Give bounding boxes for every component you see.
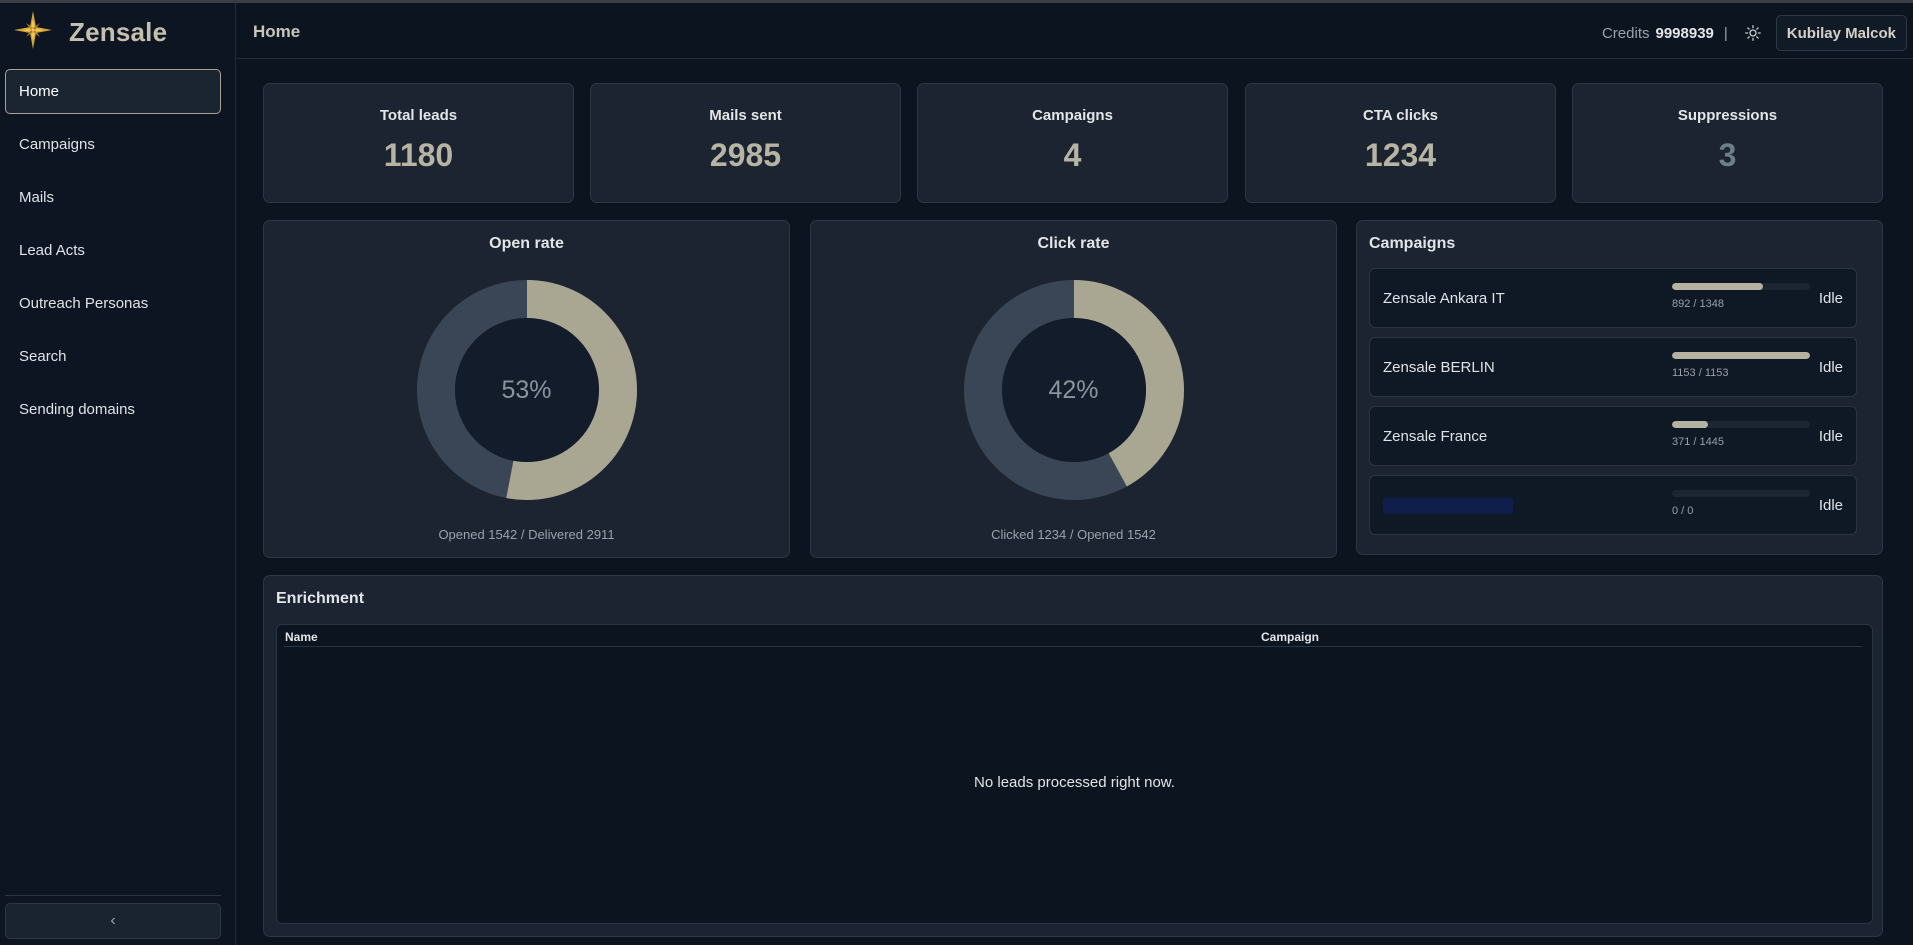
- campaign-status: Idle: [1818, 359, 1843, 376]
- click-rate-title: Click rate: [1037, 235, 1110, 252]
- campaign-row-ankara[interactable]: Zensale Ankara IT 892 / 1348 Idle: [1369, 268, 1857, 328]
- stat-card-suppressions: Suppressions 3: [1572, 83, 1883, 203]
- campaign-row-redacted[interactable]: 0 / 0 Idle: [1369, 475, 1857, 535]
- chevron-left-icon: ‹: [110, 912, 116, 929]
- enrichment-panel: Enrichment Name Campaign No leads proces…: [263, 575, 1883, 937]
- campaign-progress-fill: [1672, 283, 1764, 290]
- campaign-progress-fill: [1672, 352, 1810, 359]
- credits-value: 9998939: [1655, 24, 1714, 42]
- open-rate-title: Open rate: [489, 235, 564, 252]
- header-separator: |: [1723, 24, 1728, 42]
- sidebar-item-mails[interactable]: Mails: [5, 175, 221, 220]
- sidebar-divider: [5, 895, 221, 896]
- user-menu-button[interactable]: Kubilay Malcok: [1775, 15, 1907, 51]
- campaign-name-redacted: [1383, 498, 1513, 514]
- campaign-status: Idle: [1818, 428, 1843, 445]
- compass-star-icon: [13, 10, 53, 55]
- column-header-name[interactable]: Name: [285, 630, 318, 644]
- click-rate-card: Click rate 42% Clicked 1234 / Opened 154…: [810, 220, 1337, 558]
- open-rate-caption: Opened 1542 / Delivered 2911: [438, 527, 615, 542]
- sidebar-nav: Home Campaigns Mails Lead Acts Outreach …: [5, 69, 221, 440]
- sun-icon: [1744, 25, 1761, 41]
- campaign-count: 892 / 1348: [1672, 298, 1724, 310]
- stat-title: CTA clicks: [1362, 107, 1439, 124]
- stat-card-mails-sent: Mails sent 2985: [590, 83, 901, 203]
- campaign-progress-fill: [1672, 421, 1708, 428]
- sidebar-item-outreach-personas[interactable]: Outreach Personas: [5, 281, 221, 326]
- open-rate-card: Open rate 53% Opened 1542 / Delivered 29…: [263, 220, 790, 558]
- campaign-progress-bar: [1672, 283, 1810, 290]
- stat-value: 1180: [383, 137, 454, 173]
- campaigns-list: Zensale Ankara IT 892 / 1348 Idle Zensal…: [1369, 268, 1857, 544]
- column-header-campaign[interactable]: Campaign: [1261, 630, 1319, 644]
- stat-value: 3: [1718, 137, 1737, 173]
- campaigns-panel-title: Campaigns: [1369, 235, 1456, 252]
- campaign-name: Zensale France: [1383, 428, 1488, 445]
- sidebar-item-search[interactable]: Search: [5, 334, 221, 379]
- open-rate-percent: 53%: [501, 376, 552, 404]
- stat-value: 2985: [709, 137, 782, 173]
- empty-state-message: No leads processed right now.: [974, 774, 1175, 791]
- stat-card-total-leads: Total leads 1180: [263, 83, 574, 203]
- campaign-name: Zensale Ankara IT: [1383, 290, 1505, 307]
- sidebar-item-home[interactable]: Home: [5, 69, 221, 114]
- campaign-progress-bar: [1672, 352, 1810, 359]
- campaign-status: Idle: [1818, 497, 1843, 514]
- stat-title: Mails sent: [709, 107, 782, 124]
- sidebar-item-lead-acts[interactable]: Lead Acts: [5, 228, 221, 273]
- campaign-count: 0 / 0: [1672, 505, 1694, 517]
- header-actions: Credits 9998939 | Kubilay Malcok: [1602, 15, 1907, 51]
- credits-label: Credits: [1601, 24, 1650, 42]
- campaign-row-berlin[interactable]: Zensale BERLIN 1153 / 1153 Idle: [1369, 337, 1857, 397]
- sidebar: Zensale Home Campaigns Mails Lead Acts O…: [0, 3, 236, 945]
- campaign-name: Zensale BERLIN: [1383, 359, 1495, 376]
- stat-title: Total leads: [379, 107, 458, 124]
- sidebar-item-campaigns[interactable]: Campaigns: [5, 122, 221, 167]
- sidebar-item-sending-domains[interactable]: Sending domains: [5, 387, 221, 432]
- stat-value: 4: [1063, 137, 1082, 173]
- click-rate-caption: Clicked 1234 / Opened 1542: [991, 527, 1156, 542]
- stat-title: Campaigns: [1032, 107, 1113, 124]
- theme-toggle-button[interactable]: [1740, 20, 1766, 46]
- stat-value: 1234: [1364, 137, 1437, 173]
- stat-card-campaigns: Campaigns 4: [917, 83, 1228, 203]
- top-header: Home Credits 9998939 | Kubilay Malcok: [237, 3, 1913, 59]
- campaign-progress-bar: [1672, 490, 1810, 497]
- enrichment-title: Enrichment: [276, 590, 365, 607]
- page-title: Home: [253, 22, 301, 41]
- campaign-status: Idle: [1818, 290, 1843, 307]
- campaign-count: 371 / 1445: [1672, 436, 1724, 448]
- brand-name: Zensale: [69, 16, 168, 47]
- campaign-count: 1153 / 1153: [1672, 367, 1729, 379]
- campaign-progress-bar: [1672, 421, 1810, 428]
- app-window: Zensale Home Campaigns Mails Lead Acts O…: [0, 0, 1913, 945]
- table-header-row: Name Campaign: [284, 625, 1862, 647]
- campaigns-panel: Campaigns Zensale Ankara IT 892 / 1348 I…: [1356, 220, 1883, 555]
- stat-card-cta-clicks: CTA clicks 1234: [1245, 83, 1556, 203]
- brand[interactable]: Zensale: [13, 10, 168, 55]
- campaign-row-france[interactable]: Zensale France 371 / 1445 Idle: [1369, 406, 1857, 466]
- sidebar-collapse-button[interactable]: ‹: [5, 903, 221, 939]
- click-rate-percent: 42%: [1048, 376, 1099, 404]
- stat-title: Suppressions: [1677, 107, 1778, 124]
- enrichment-table: Name Campaign No leads processed right n…: [276, 624, 1873, 924]
